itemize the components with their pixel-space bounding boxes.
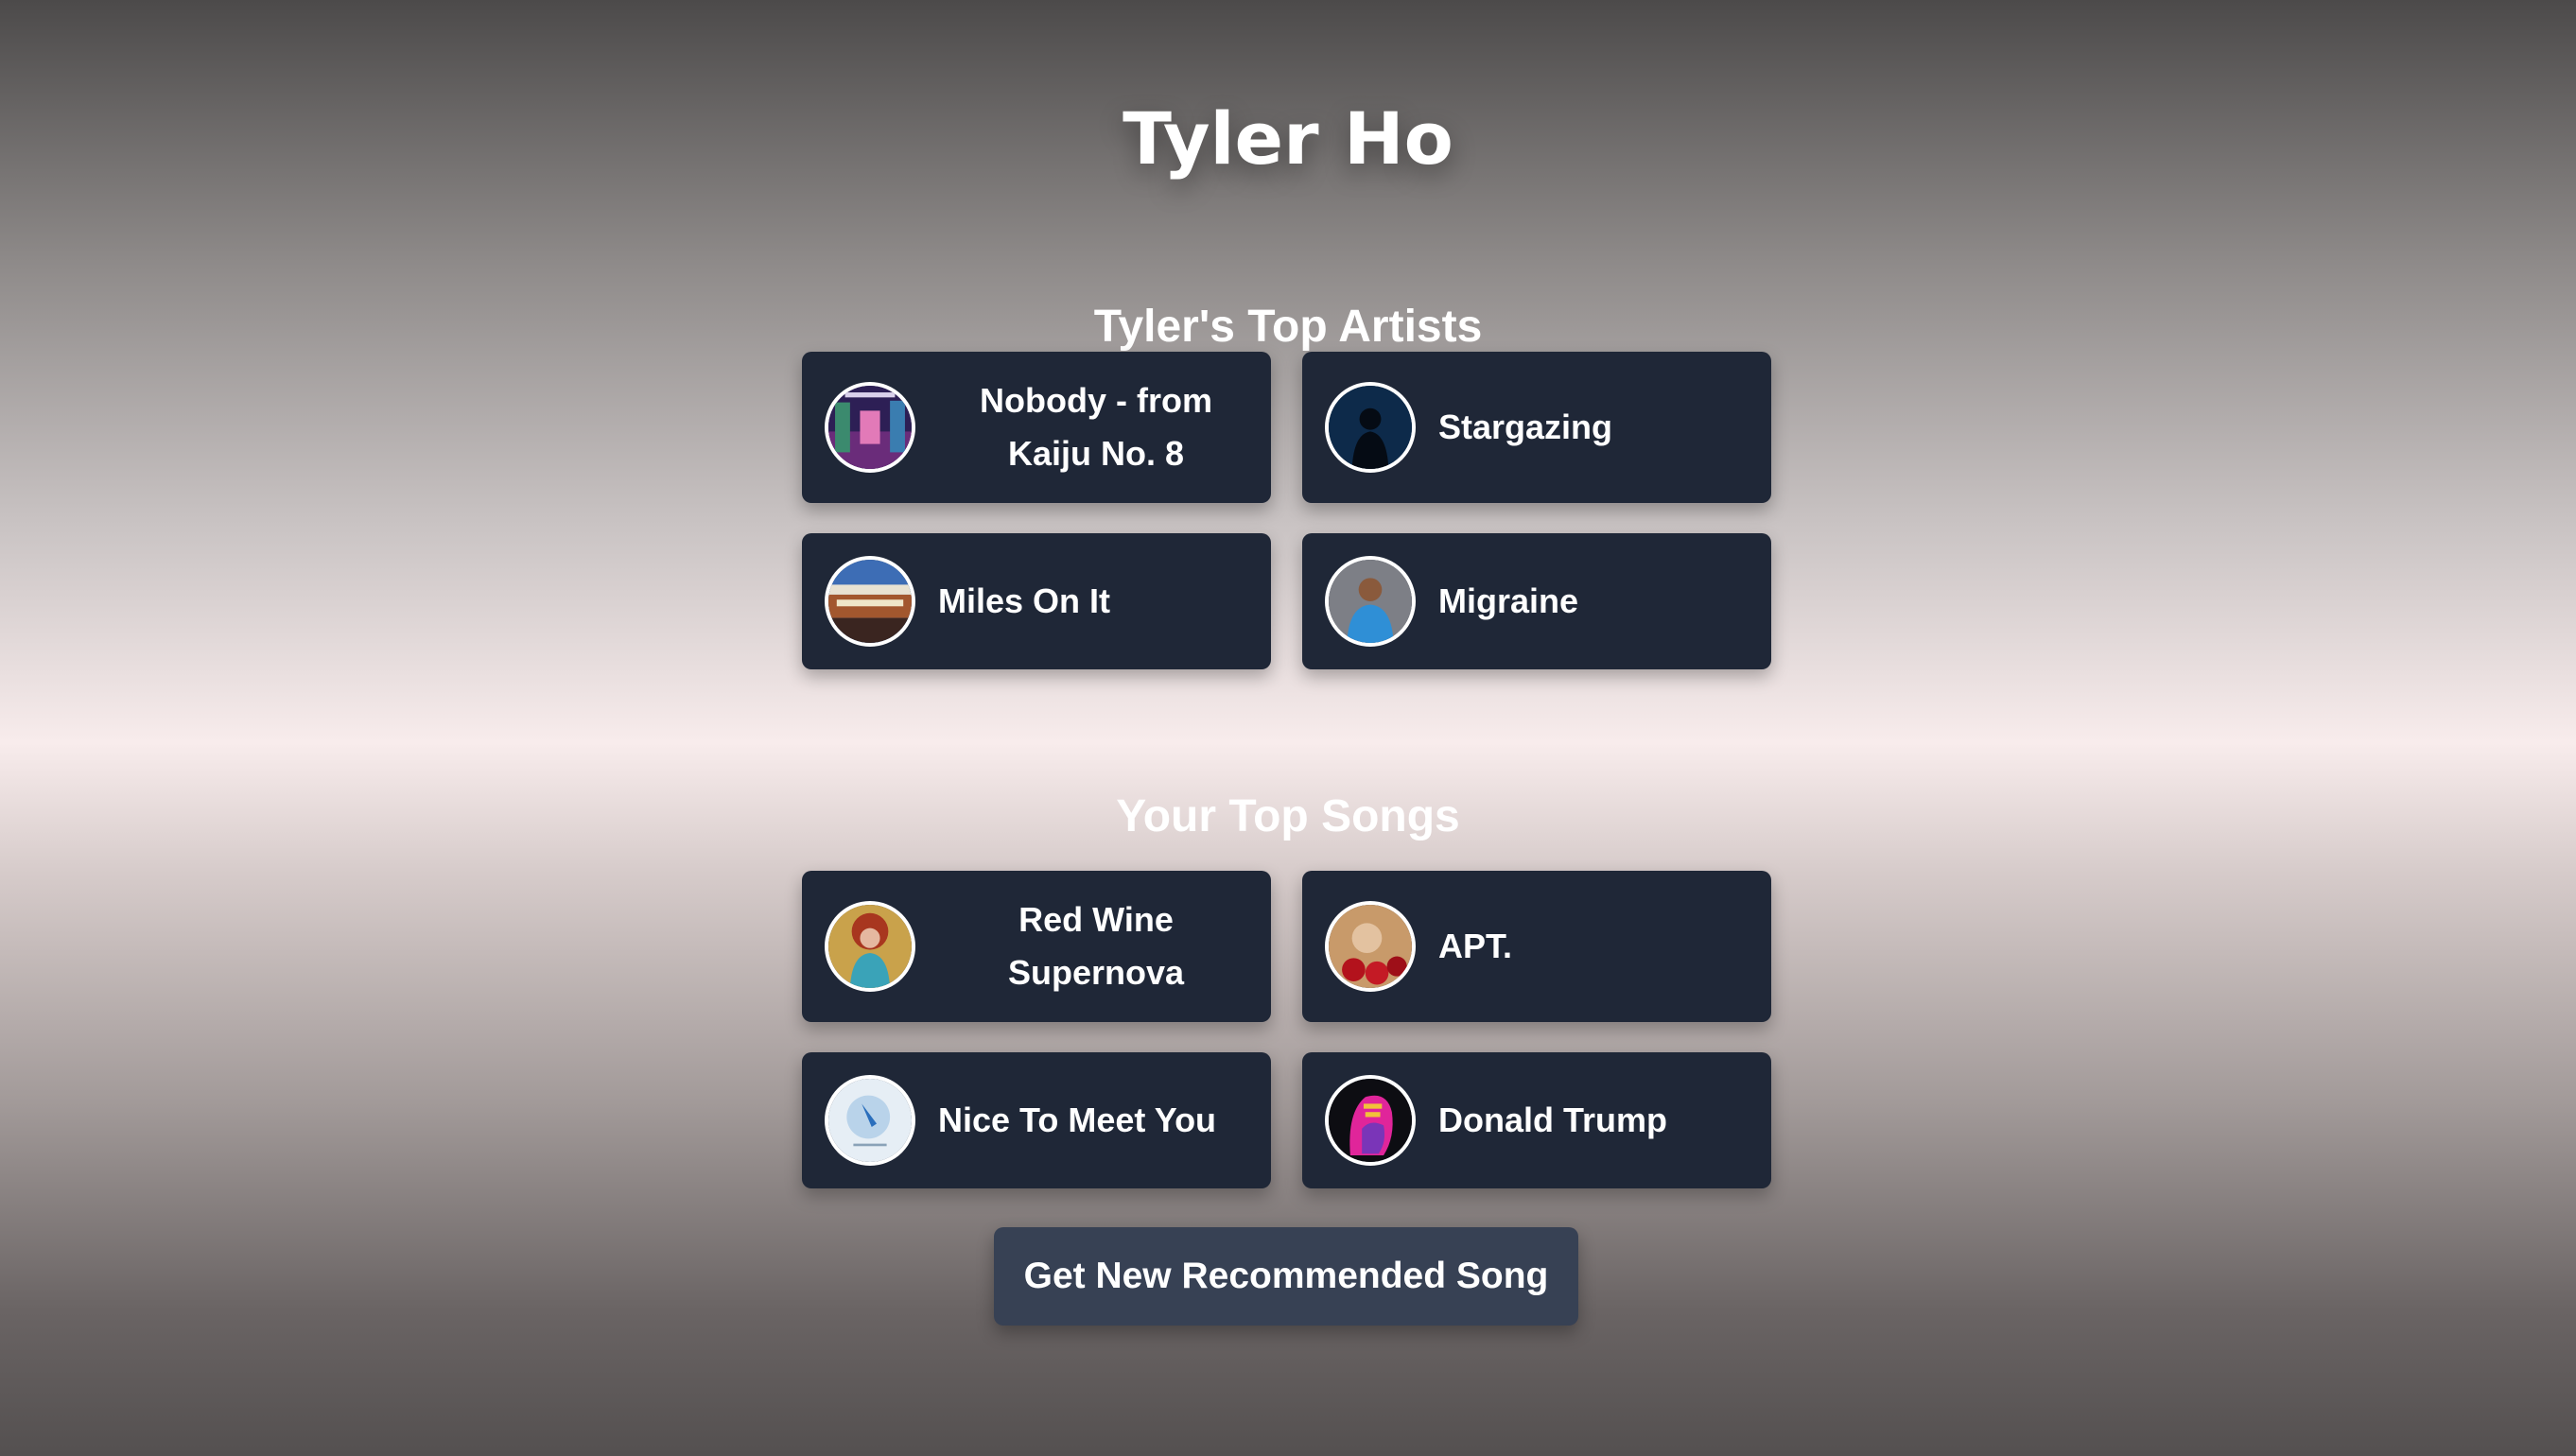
artist-image xyxy=(825,382,915,473)
song-title: APT. xyxy=(1438,927,1513,965)
artist-name: Nobody - from Kaiju No. 8 xyxy=(980,381,1212,473)
song-image xyxy=(1325,1075,1416,1166)
get-recommended-song-button[interactable]: Get New Recommended Song xyxy=(994,1227,1578,1326)
song-card[interactable]: APT. xyxy=(1302,871,1771,1022)
song-title: Nice To Meet You xyxy=(938,1101,1217,1139)
top-songs-heading: Your Top Songs xyxy=(1116,791,1460,841)
artist-card[interactable]: Miles On It xyxy=(802,533,1271,669)
artist-image xyxy=(1325,382,1416,473)
song-card[interactable]: Donald Trump xyxy=(1302,1052,1771,1188)
song-image xyxy=(825,901,915,992)
artist-card[interactable]: Nobody - from Kaiju No. 8 xyxy=(802,352,1271,503)
song-card[interactable]: Red Wine Supernova xyxy=(802,871,1271,1022)
artist-image xyxy=(1325,556,1416,647)
artist-name: Miles On It xyxy=(938,581,1111,620)
top-artists-heading: Tyler's Top Artists xyxy=(1093,302,1483,352)
page-title: Tyler Ho xyxy=(1123,96,1453,181)
artist-name: Migraine xyxy=(1438,581,1579,620)
song-title: Red Wine Supernova xyxy=(1007,900,1185,992)
song-image xyxy=(1325,901,1416,992)
song-image xyxy=(825,1075,915,1166)
artist-card[interactable]: Stargazing xyxy=(1302,352,1771,503)
song-title: Donald Trump xyxy=(1438,1101,1667,1139)
artist-card[interactable]: Migraine xyxy=(1302,533,1771,669)
artist-name: Stargazing xyxy=(1438,407,1613,446)
song-card[interactable]: Nice To Meet You xyxy=(802,1052,1271,1188)
artist-image xyxy=(825,556,915,647)
